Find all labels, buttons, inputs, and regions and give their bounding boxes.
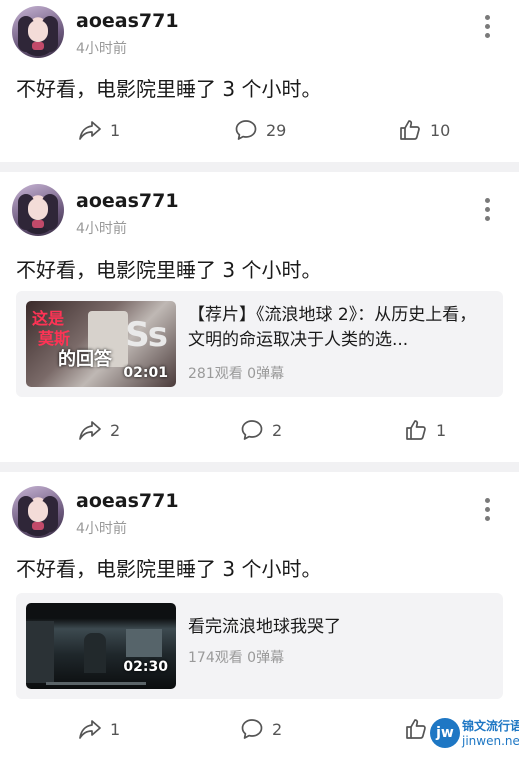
- thumb-screen: [126, 629, 162, 657]
- post-divider: [0, 162, 519, 172]
- more-vertical-icon[interactable]: [481, 198, 493, 224]
- share-count: 2: [110, 420, 121, 440]
- video-title[interactable]: 【荐片】《流浪地球 2》：从历史上看，文明的命运取决于人类的选...: [188, 303, 488, 353]
- comment-count: 29: [266, 120, 287, 140]
- post-text: 不好看，电影院里睡了 3 个小时。: [16, 77, 322, 101]
- video-title[interactable]: 看完流浪地球我哭了: [188, 615, 488, 640]
- post-text: 不好看，电影院里睡了 3 个小时。: [16, 557, 322, 581]
- share-icon: [79, 121, 101, 140]
- post-time: 4小时前: [76, 221, 127, 237]
- post-time: 4小时前: [76, 521, 127, 537]
- video-card[interactable]: 02:30 看完流浪地球我哭了 174观看 0弹幕: [16, 593, 503, 699]
- more-vertical-icon[interactable]: [481, 498, 493, 524]
- watermark-text: 锦文流行语: [462, 719, 519, 733]
- post-divider: [0, 462, 519, 472]
- like-count: 1: [436, 420, 447, 440]
- comment-icon: [241, 719, 263, 739]
- share-button[interactable]: 1: [78, 116, 120, 144]
- share-count: 1: [110, 120, 121, 140]
- post-time: 4小时前: [76, 41, 127, 57]
- thumb-figure-center: [84, 633, 106, 673]
- like-button[interactable]: [404, 715, 428, 743]
- avatar[interactable]: [12, 184, 64, 236]
- video-duration: 02:01: [123, 365, 168, 381]
- share-icon: [79, 720, 101, 739]
- thumbs-up-icon: [406, 420, 426, 440]
- thumbs-up-icon: [400, 120, 420, 140]
- like-count: 10: [430, 120, 451, 140]
- watermark: jw 锦文流行语 jinwen.net: [428, 714, 519, 754]
- username[interactable]: aoeas771: [76, 10, 179, 32]
- post-card-1: aoeas771 4小时前 不好看，电影院里睡了 3 个小时。 1 29 10: [0, 0, 519, 162]
- video-stats: 281观看 0弹幕: [188, 366, 285, 382]
- video-card[interactable]: Ss 这是 莫斯 的回答 02:01 【荐片】《流浪地球 2》：从历史上看，文明…: [16, 291, 503, 397]
- username[interactable]: aoeas771: [76, 490, 179, 512]
- comment-icon: [241, 420, 263, 440]
- thumbs-up-icon: [406, 719, 426, 739]
- like-button[interactable]: 10: [398, 116, 450, 144]
- comment-count: 2: [272, 420, 283, 440]
- comment-button[interactable]: 29: [234, 116, 286, 144]
- video-duration: 02:30: [123, 659, 168, 675]
- post-text: 不好看，电影院里睡了 3 个小时。: [16, 258, 322, 282]
- share-count: 1: [110, 719, 121, 739]
- post-card-2: aoeas771 4小时前 不好看，电影院里睡了 3 个小时。 Ss 这是 莫斯…: [0, 172, 519, 462]
- video-stats: 174观看 0弹幕: [188, 650, 285, 666]
- more-vertical-icon[interactable]: [481, 15, 493, 41]
- share-button[interactable]: 2: [78, 416, 120, 444]
- share-button[interactable]: 1: [78, 715, 120, 743]
- share-icon: [79, 421, 101, 440]
- comment-button[interactable]: 2: [240, 715, 282, 743]
- watermark-url: jinwen.net: [462, 734, 519, 748]
- comment-button[interactable]: 2: [240, 416, 282, 444]
- comment-count: 2: [272, 719, 283, 739]
- video-thumbnail[interactable]: Ss 这是 莫斯 的回答 02:01: [26, 301, 176, 387]
- username[interactable]: aoeas771: [76, 190, 179, 212]
- avatar[interactable]: [12, 486, 64, 538]
- avatar[interactable]: [12, 6, 64, 58]
- thumb-text-3: 的回答: [58, 349, 112, 370]
- video-thumbnail[interactable]: 02:30: [26, 603, 176, 689]
- thumb-bg-letters: Ss: [125, 315, 168, 355]
- thumb-figure-left: [26, 621, 54, 683]
- comment-icon: [235, 120, 257, 140]
- like-button[interactable]: 1: [404, 416, 446, 444]
- watermark-logo: jw: [430, 718, 460, 748]
- thumb-subtitle-line: [46, 682, 146, 685]
